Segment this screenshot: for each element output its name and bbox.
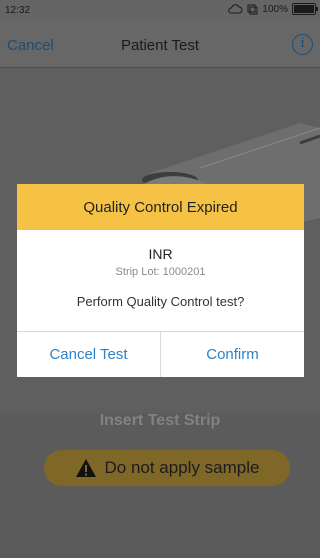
status-bar: 12:32 100%: [0, 0, 320, 22]
page-title: Patient Test: [120, 37, 200, 54]
warning-text: Do not apply sample: [104, 458, 260, 477]
sync-icon: [247, 4, 258, 14]
confirm-button[interactable]: Confirm: [160, 332, 304, 377]
warning-banner: Do not apply sample: [44, 450, 290, 486]
dialog-question: Perform Quality Control test?: [76, 294, 245, 309]
test-name: INR: [148, 246, 173, 262]
navigation-bar: Cancel Patient Test i: [0, 22, 320, 68]
insert-strip-instruction: Insert Test Strip: [99, 412, 221, 429]
cloud-icon: [228, 4, 243, 14]
cancel-test-button[interactable]: Cancel Test: [17, 332, 160, 377]
status-icons: 100%: [227, 3, 318, 15]
dialog-title: Quality Control Expired: [17, 184, 304, 230]
battery-icon: [292, 3, 318, 15]
battery-percent: 100%: [262, 3, 288, 15]
status-time: 12:32: [5, 5, 31, 16]
warning-triangle-icon: [75, 459, 96, 477]
strip-lot: Strip Lot: 1000201: [115, 266, 206, 278]
battery-level: [294, 5, 314, 13]
quality-control-dialog: Quality Control Expired INR Strip Lot: 1…: [17, 184, 304, 377]
phone-screen: 12:32 100% Cancel Patient Test i Insert …: [0, 0, 320, 558]
info-icon[interactable]: i: [292, 34, 313, 55]
dialog-button-row: Cancel Test Confirm: [17, 331, 304, 377]
